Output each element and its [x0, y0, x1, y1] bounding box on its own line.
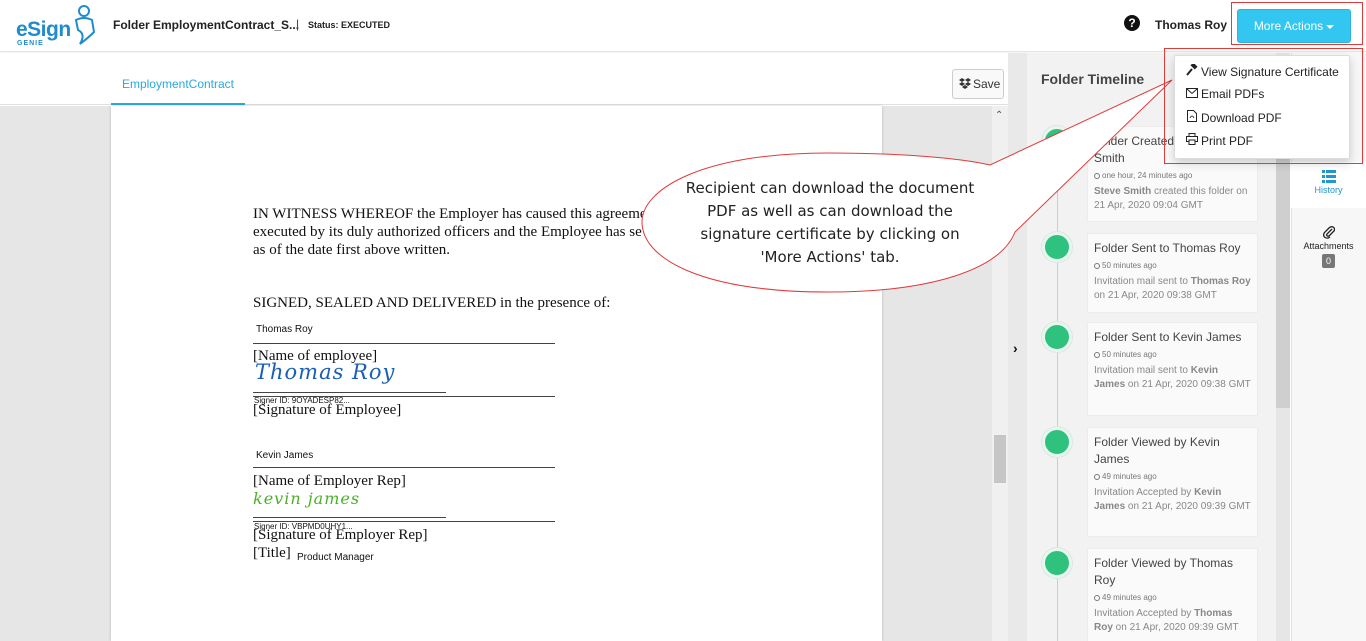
clock-icon	[1094, 595, 1100, 601]
highlight-box-dropdown	[1164, 48, 1363, 164]
history-label: History	[1314, 185, 1343, 195]
employee-name-rule	[253, 343, 555, 344]
genie-figure-icon	[74, 5, 96, 45]
witness-line-2: executed by its duly authorized officers…	[253, 224, 642, 240]
employee-signature-label: [Signature of Employee]	[253, 402, 402, 418]
event-desc-pre: Invitation Accepted by	[1094, 608, 1195, 619]
event-time: 50 minutes ago	[1094, 350, 1251, 359]
callout-text: Recipient can download the document PDF …	[685, 179, 975, 266]
employee-name-field[interactable]: Thomas Roy	[256, 324, 313, 335]
paperclip-icon	[1322, 226, 1335, 239]
event-time-text: 49 minutes ago	[1102, 593, 1157, 602]
event-description: Invitation Accepted by Kevin James on 21…	[1094, 486, 1251, 514]
app-root: eSign GENIE Folder EmploymentContract_S.…	[0, 0, 1366, 641]
clock-icon	[1094, 173, 1100, 179]
esign-genie-logo[interactable]: eSign GENIE	[14, 4, 100, 48]
employer-name-label: [Name of Employer Rep]	[253, 473, 406, 489]
document-scrollbar[interactable]	[992, 106, 1008, 641]
timeline-event: Folder Sent to Thomas Roy 50 minutes ago…	[1087, 233, 1258, 313]
top-header: eSign GENIE Folder EmploymentContract_S.…	[0, 0, 1366, 52]
attachments-count-badge: 0	[1322, 254, 1335, 268]
event-description: Invitation Accepted by Thomas Roy on 21 …	[1094, 607, 1251, 635]
dropbox-icon	[959, 78, 971, 89]
event-desc-text: on 21 Apr, 2020 09:38 GMT	[1125, 379, 1251, 390]
thumbs-up-icon	[1042, 427, 1072, 457]
history-tab[interactable]: History	[1291, 162, 1366, 208]
document-scroll-thumb[interactable]	[994, 435, 1006, 483]
event-time-text: one hour, 24 minutes ago	[1102, 171, 1193, 180]
event-actor: Thomas Roy	[1190, 276, 1251, 287]
list-icon	[1321, 170, 1336, 183]
event-desc-pre: Invitation Accepted by	[1094, 487, 1195, 498]
employer-signature-label: [Signature of Employer Rep]	[253, 527, 428, 543]
tab-label: EmploymentContract	[121, 77, 235, 91]
title-label: [Title]	[253, 545, 291, 561]
event-title: Folder Sent to Kevin James	[1094, 330, 1242, 344]
event-desc-pre: Invitation mail sent to	[1094, 276, 1191, 287]
event-desc-pre: Invitation mail sent to	[1094, 365, 1191, 376]
event-description: Invitation mail sent to Kevin James on 2…	[1094, 364, 1251, 392]
event-description: Steve Smith created this folder on 21 Ap…	[1094, 185, 1251, 213]
event-time-text: 50 minutes ago	[1102, 261, 1157, 270]
employee-signature[interactable]: Thomas Roy	[255, 362, 395, 383]
event-title: Folder Viewed by Thomas Roy	[1094, 556, 1233, 587]
event-desc-text: on 21 Apr, 2020 09:39 GMT	[1112, 622, 1239, 633]
event-time: 50 minutes ago	[1094, 261, 1251, 270]
save-label: Save	[973, 77, 1001, 91]
employer-signature[interactable]: kevin james	[253, 489, 360, 509]
timeline-event: Folder Viewed by Kevin James 49 minutes …	[1087, 427, 1258, 537]
title-value[interactable]: Product Manager	[297, 552, 374, 563]
thumbs-up-icon	[1042, 126, 1072, 156]
highlight-box-more-actions	[1231, 2, 1363, 45]
employer-signature-rule	[253, 517, 446, 518]
event-time: one hour, 24 minutes ago	[1094, 171, 1251, 180]
event-title: Folder Sent to Thomas Roy	[1094, 241, 1241, 255]
event-time: 49 minutes ago	[1094, 593, 1251, 602]
event-desc-text: on 21 Apr, 2020 09:39 GMT	[1125, 501, 1251, 512]
timeline-event: Folder Sent to Kevin James 50 minutes ag…	[1087, 322, 1258, 416]
event-actor: Steve Smith	[1094, 186, 1152, 197]
logo-text: eSign	[16, 18, 71, 41]
thumbs-up-icon	[1042, 548, 1072, 578]
user-name[interactable]: Thomas Roy	[1155, 18, 1227, 32]
event-desc-text: on 21 Apr, 2020 09:38 GMT	[1094, 290, 1217, 301]
event-time-text: 50 minutes ago	[1102, 350, 1157, 359]
save-button[interactable]: Save	[952, 69, 1004, 99]
document-tabbar: EmploymentContract Save	[0, 53, 1008, 105]
event-time: 49 minutes ago	[1094, 472, 1251, 481]
clock-icon	[1094, 263, 1100, 269]
logo-subtext: GENIE	[17, 40, 44, 47]
employer-name-rule	[253, 467, 555, 468]
title-separator: |	[296, 17, 300, 31]
event-title: Folder Viewed by Kevin James	[1094, 435, 1220, 466]
signed-sealed-line: SIGNED, SEALED AND DELIVERED in the pres…	[253, 295, 611, 311]
chevron-right-icon[interactable]: ›	[1013, 340, 1018, 356]
employer-name-field[interactable]: Kevin James	[256, 450, 313, 461]
help-icon[interactable]: ?	[1124, 15, 1140, 31]
employee-signature-rule	[253, 392, 446, 393]
thumbs-up-icon	[1042, 232, 1072, 262]
folder-title: Folder EmploymentContract_S...	[113, 18, 300, 32]
tab-employment-contract[interactable]: EmploymentContract	[111, 77, 245, 105]
attachments-label: Attachments	[1303, 241, 1354, 251]
clock-icon	[1094, 352, 1100, 358]
witness-line-3: as of the date first above written.	[253, 242, 451, 258]
timeline-event: Folder Viewed by Thomas Roy 49 minutes a…	[1087, 548, 1258, 641]
attachments-tab[interactable]: Attachments 0	[1291, 226, 1366, 268]
scroll-up-icon[interactable]: ⌃	[995, 110, 1003, 121]
event-description: Invitation mail sent to Thomas Roy on 21…	[1094, 275, 1251, 303]
folder-status: Status: EXECUTED	[308, 20, 391, 30]
timeline-title: Folder Timeline	[1041, 71, 1145, 87]
witness-line-1: IN WITNESS WHEREOF the Employer has caus…	[253, 206, 647, 222]
event-time-text: 49 minutes ago	[1102, 472, 1157, 481]
thumbs-up-icon	[1042, 322, 1072, 352]
clock-icon	[1094, 474, 1100, 480]
